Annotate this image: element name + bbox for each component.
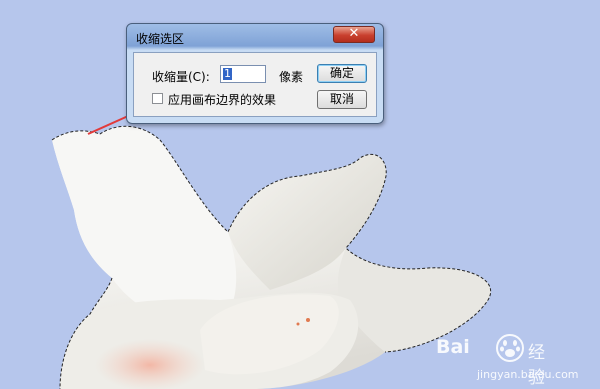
baidu-logo-text: Bai — [436, 336, 470, 358]
contract-amount-label: 收缩量(C): — [152, 70, 210, 84]
contract-amount-value: 1 — [223, 67, 232, 80]
contract-selection-dialog: 收缩选区 ✕ 收缩量(C): 1 像素 确定 取消 应用画布边界的效果 — [126, 23, 384, 124]
canvas-bounds-label: 应用画布边界的效果 — [168, 93, 277, 107]
paw-icon — [496, 334, 524, 362]
cancel-button[interactable]: 取消 — [317, 90, 367, 109]
unit-label: 像素 — [279, 70, 304, 84]
dialog-title: 收缩选区 — [136, 32, 185, 46]
canvas-bounds-checkbox[interactable] — [152, 93, 163, 104]
watermark-url: jingyan.baidu.com — [477, 368, 579, 381]
dialog-titlebar[interactable]: 收缩选区 ✕ — [127, 24, 383, 48]
dialog-body: 收缩量(C): 1 像素 确定 取消 应用画布边界的效果 — [133, 52, 377, 117]
close-icon: ✕ — [348, 26, 360, 41]
ok-button[interactable]: 确定 — [317, 64, 367, 83]
contract-amount-input[interactable]: 1 — [220, 65, 266, 83]
close-button[interactable]: ✕ — [333, 26, 375, 43]
